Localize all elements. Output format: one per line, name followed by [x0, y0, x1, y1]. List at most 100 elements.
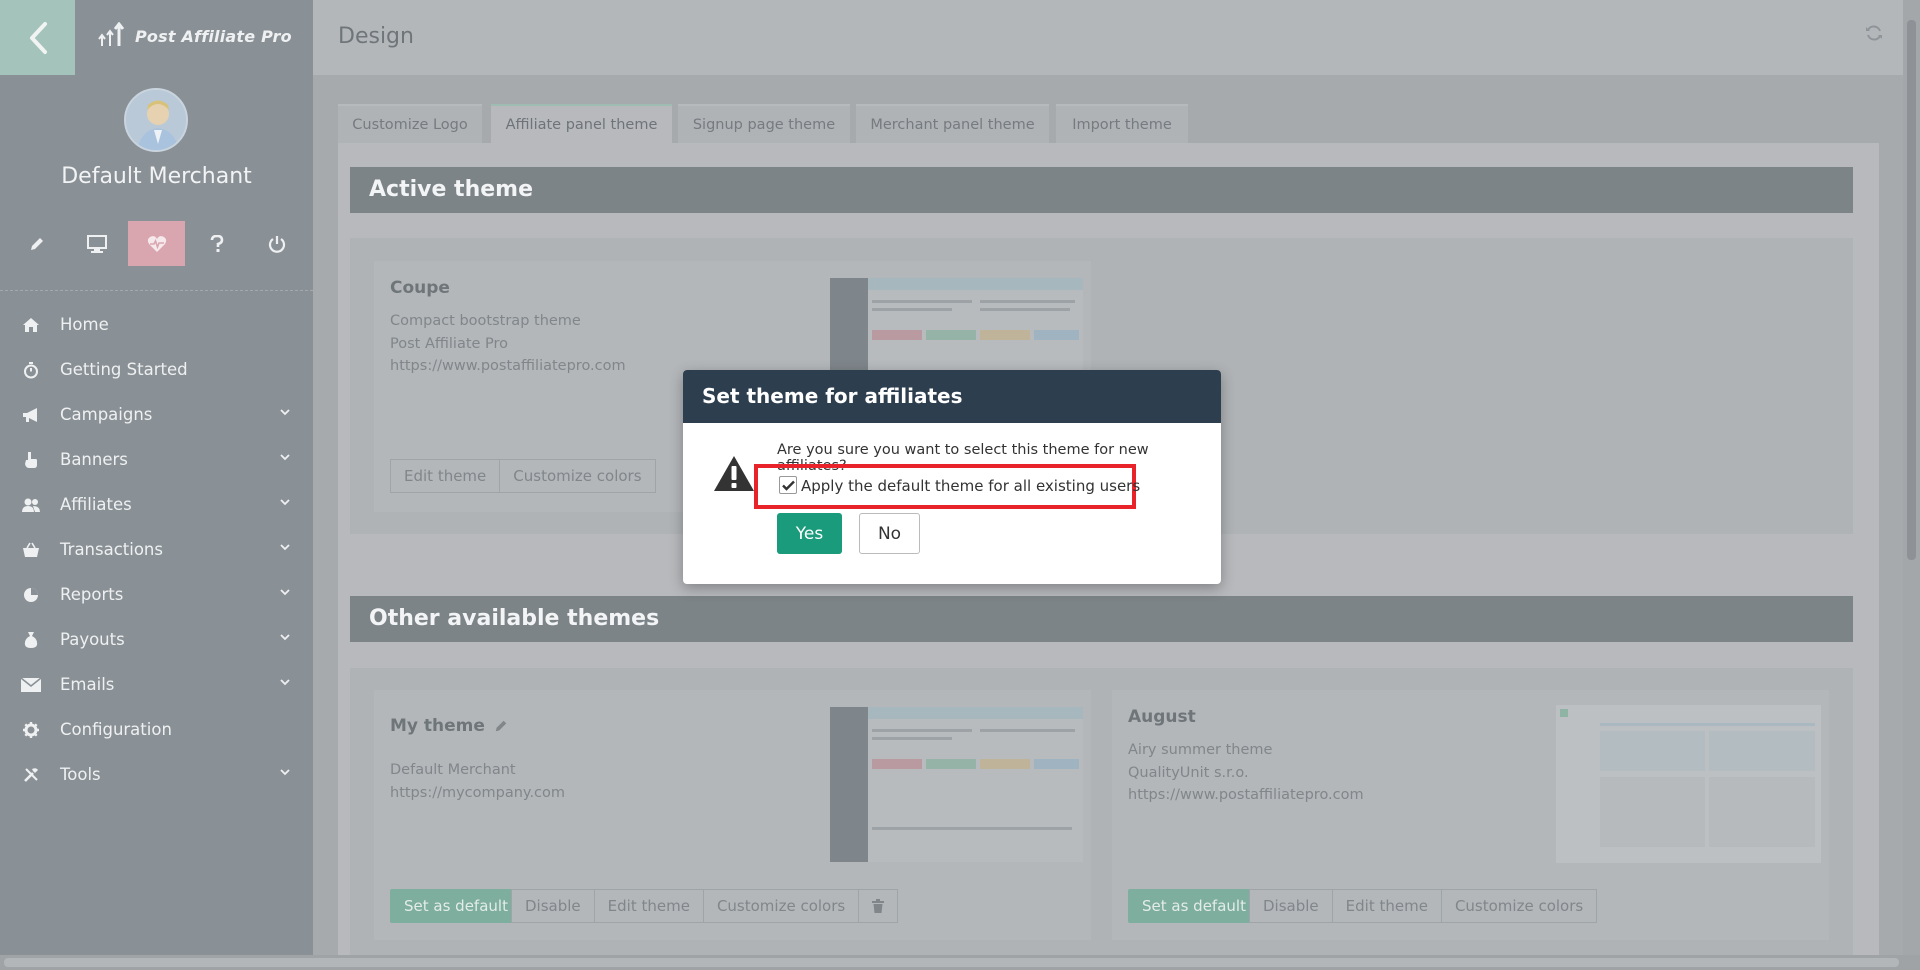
quick-actions: [0, 221, 313, 266]
money-bag-icon: [0, 631, 60, 649]
help-button[interactable]: [188, 221, 245, 266]
other-themes-header: Other available themes: [350, 596, 1853, 642]
theme-description: Compact bootstrap theme: [390, 313, 581, 329]
logout-button[interactable]: [248, 221, 305, 266]
edit-theme-button[interactable]: Edit theme: [1332, 889, 1442, 923]
theme-card-august: August Airy summer theme QualityUnit s.r…: [1112, 690, 1829, 940]
tab-merchant-panel-theme[interactable]: Merchant panel theme: [856, 104, 1049, 144]
monitor-button[interactable]: [68, 221, 125, 266]
merchant-name: Default Merchant: [61, 164, 252, 189]
theme-actions: Disable Edit theme Customize colors: [511, 889, 899, 923]
app-name: Post Affiliate Pro: [135, 26, 292, 46]
avatar[interactable]: [124, 88, 188, 152]
theme-card-my-theme: My theme Default Merchant https://mycomp…: [374, 690, 1091, 940]
theme-url: https://mycompany.com: [390, 785, 566, 801]
monitor-icon: [86, 234, 107, 253]
customize-colors-button[interactable]: Customize colors: [1441, 889, 1598, 923]
sidebar-item-tools[interactable]: Tools: [0, 752, 313, 797]
refresh-icon: [1866, 25, 1882, 41]
page-title: Design: [338, 24, 414, 49]
chevron-down-icon: [280, 679, 290, 686]
theme-name: August: [1128, 707, 1196, 727]
sidebar-item-affiliates[interactable]: Affiliates: [0, 482, 313, 527]
theme-author: Post Affiliate Pro: [390, 336, 509, 352]
apply-to-existing-checkbox[interactable]: [779, 476, 797, 494]
scrollbar-thumb[interactable]: [4, 958, 1899, 967]
theme-preview[interactable]: [1556, 705, 1821, 863]
pencil-icon: [495, 720, 507, 732]
customize-colors-button[interactable]: Customize colors: [500, 459, 656, 493]
no-button[interactable]: No: [859, 513, 920, 554]
sidebar-item-label: Campaigns: [60, 405, 153, 424]
dialog-header: Set theme for affiliates: [683, 370, 1221, 423]
customize-colors-button[interactable]: Customize colors: [703, 889, 860, 923]
rename-theme-button[interactable]: [494, 718, 508, 737]
question-icon: [210, 234, 223, 252]
sidebar-header: Post Affiliate Pro: [0, 0, 313, 75]
disable-button[interactable]: Disable: [511, 889, 595, 923]
hand-pointer-icon: [0, 451, 60, 469]
main-menu: Home Getting Started Campaigns Banners A…: [0, 302, 313, 797]
disable-button[interactable]: Disable: [1249, 889, 1333, 923]
sidebar-item-label: Reports: [60, 585, 124, 604]
health-button[interactable]: [128, 221, 185, 266]
heart-pulse-icon: [147, 235, 166, 252]
chevron-down-icon: [280, 544, 290, 551]
sidebar-item-reports[interactable]: Reports: [0, 572, 313, 617]
theme-name: Coupe: [390, 278, 450, 298]
sidebar-item-getting-started[interactable]: Getting Started: [0, 347, 313, 392]
checkmark-icon: [781, 480, 795, 491]
scrollbar-thumb[interactable]: [1907, 20, 1916, 560]
tab-affiliate-panel-theme[interactable]: Affiliate panel theme: [491, 104, 672, 144]
edit-theme-button[interactable]: Edit theme: [594, 889, 704, 923]
horizontal-scrollbar[interactable]: [0, 955, 1920, 970]
sidebar-item-label: Transactions: [60, 540, 163, 559]
tab-customize-logo[interactable]: Customize Logo: [338, 104, 482, 144]
chevron-down-icon: [280, 634, 290, 641]
sidebar-item-home[interactable]: Home: [0, 302, 313, 347]
megaphone-icon: [0, 407, 60, 423]
tab-import-theme[interactable]: Import theme: [1056, 104, 1188, 144]
refresh-button[interactable]: [1865, 24, 1883, 46]
avatar-icon: [126, 90, 186, 150]
theme-actions: Edit theme Customize colors: [390, 459, 656, 493]
sidebar-item-label: Configuration: [60, 720, 172, 739]
sidebar-item-label: Getting Started: [60, 360, 188, 379]
envelope-icon: [0, 677, 60, 692]
vertical-scrollbar[interactable]: [1903, 0, 1920, 955]
set-as-default-button[interactable]: Set as default: [390, 889, 522, 923]
set-as-default-button[interactable]: Set as default: [1128, 889, 1260, 923]
sidebar-item-banners[interactable]: Banners: [0, 437, 313, 482]
section-title: Other available themes: [369, 606, 660, 631]
sidebar-item-payouts[interactable]: Payouts: [0, 617, 313, 662]
theme-preview[interactable]: [830, 707, 1083, 862]
tab-signup-page-theme[interactable]: Signup page theme: [678, 104, 850, 144]
gear-icon: [0, 721, 60, 738]
page-header: Design: [313, 0, 1903, 75]
sidebar-item-transactions[interactable]: Transactions: [0, 527, 313, 572]
yes-button[interactable]: Yes: [777, 513, 842, 554]
sidebar-divider: [0, 290, 313, 291]
home-icon: [0, 317, 60, 333]
trash-icon: [872, 899, 885, 913]
theme-url: https://www.postaffiliatepro.com: [1128, 787, 1364, 803]
theme-name: My theme: [390, 716, 485, 736]
theme-url: https://www.postaffiliatepro.com: [390, 358, 626, 374]
back-button[interactable]: [0, 0, 75, 75]
sidebar-item-emails[interactable]: Emails: [0, 662, 313, 707]
warning-triangle-icon: [713, 455, 755, 497]
logo-arrows-icon: [98, 22, 125, 46]
pie-chart-icon: [0, 587, 60, 603]
chevron-down-icon: [280, 499, 290, 506]
theme-author: QualityUnit s.r.o.: [1128, 765, 1249, 781]
stopwatch-icon: [0, 361, 60, 379]
edit-theme-button[interactable]: Edit theme: [390, 459, 501, 493]
sidebar-item-label: Home: [60, 315, 109, 334]
sidebar-item-campaigns[interactable]: Campaigns: [0, 392, 313, 437]
power-icon: [268, 235, 285, 253]
delete-theme-button[interactable]: [859, 889, 899, 923]
confirm-dialog: Set theme for affiliates Are you sure yo…: [683, 370, 1221, 584]
sidebar-item-configuration[interactable]: Configuration: [0, 707, 313, 752]
edit-profile-button[interactable]: [8, 221, 65, 266]
checkbox-label[interactable]: Apply the default theme for all existing…: [801, 477, 1140, 495]
